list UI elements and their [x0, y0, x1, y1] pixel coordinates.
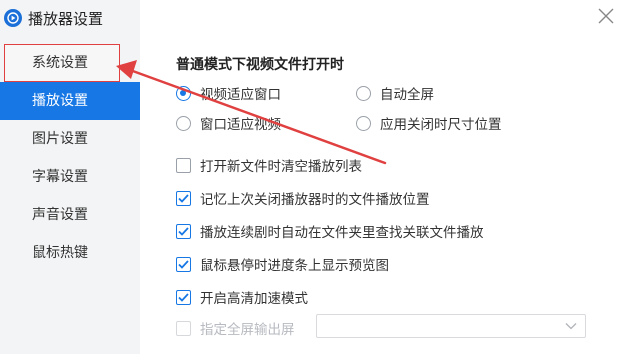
- checkbox-box: [176, 223, 191, 239]
- player-logo-icon: [4, 9, 22, 27]
- checkbox-remember-play-position[interactable]: 记忆上次关闭播放器时的文件播放位置: [176, 188, 430, 208]
- checkbox-label: 鼠标悬停时进度条上显示预览图: [200, 258, 389, 274]
- checkbox-label: 播放连续剧时自动在文件夹里查找关联文件播放: [200, 225, 484, 241]
- checkbox-box: [176, 157, 191, 173]
- sidebar-item-sound-settings[interactable]: 声音设置: [0, 196, 140, 234]
- app-title: 播放器设置: [28, 9, 104, 28]
- checkmark-icon: [178, 292, 189, 302]
- checkbox-clear-playlist-on-open[interactable]: 打开新文件时清空播放列表: [176, 155, 362, 175]
- radio-fit-window-to-video[interactable]: 窗口适应视频: [176, 113, 281, 133]
- radio-use-closing-size-position[interactable]: 应用关闭时尺寸位置: [356, 113, 502, 133]
- app-title-bar: 播放器设置: [0, 0, 140, 36]
- chevron-down-icon: [565, 323, 577, 330]
- sidebar: 播放器设置 系统设置 播放设置 图片设置 字幕设置 声音设置 鼠标热键: [0, 0, 140, 354]
- checkbox-box: [176, 256, 191, 272]
- checkbox-fullscreen-output-display[interactable]: 指定全屏输出屏: [176, 318, 295, 338]
- radio-dot: [356, 85, 371, 101]
- playback-settings-panel: 普通模式下视频文件打开时 视频适应窗口 自动全屏 窗口适应视频 应用关闭时尺寸位…: [140, 0, 632, 354]
- radio-dot: [356, 115, 371, 131]
- fullscreen-output-select[interactable]: [316, 314, 586, 338]
- sidebar-item-subtitle-settings[interactable]: 字幕设置: [0, 158, 140, 196]
- checkmark-icon: [178, 259, 189, 269]
- checkbox-auto-find-series-files[interactable]: 播放连续剧时自动在文件夹里查找关联文件播放: [176, 221, 484, 241]
- radio-label: 自动全屏: [380, 87, 434, 103]
- radio-label: 应用关闭时尺寸位置: [380, 117, 502, 133]
- sidebar-item-image-settings[interactable]: 图片设置: [0, 120, 140, 158]
- checkbox-label: 开启高清加速模式: [200, 291, 308, 307]
- radio-dot: [176, 85, 191, 101]
- checkmark-icon: [178, 193, 189, 203]
- radio-dot: [176, 115, 191, 131]
- checkbox-label: 记忆上次关闭播放器时的文件播放位置: [200, 192, 430, 208]
- checkbox-label: 指定全屏输出屏: [200, 322, 295, 338]
- radio-label: 窗口适应视频: [200, 117, 281, 133]
- radio-auto-fullscreen[interactable]: 自动全屏: [356, 83, 434, 103]
- checkbox-label: 打开新文件时清空播放列表: [200, 159, 362, 175]
- checkmark-icon: [178, 226, 189, 236]
- radio-fit-video-to-window[interactable]: 视频适应窗口: [176, 83, 281, 103]
- checkbox-box: [176, 289, 191, 305]
- section-title: 普通模式下视频文件打开时: [176, 57, 344, 73]
- checkbox-box: [176, 320, 191, 336]
- sidebar-item-playback-settings[interactable]: 播放设置: [0, 82, 140, 120]
- sidebar-item-system-settings[interactable]: 系统设置: [4, 44, 120, 82]
- sidebar-item-mouse-hotkeys[interactable]: 鼠标热键: [0, 234, 140, 272]
- settings-nav: 系统设置 播放设置 图片设置 字幕设置 声音设置 鼠标热键: [0, 44, 140, 272]
- checkbox-hover-preview-thumbnail[interactable]: 鼠标悬停时进度条上显示预览图: [176, 254, 389, 274]
- checkbox-box: [176, 190, 191, 206]
- radio-label: 视频适应窗口: [200, 87, 281, 103]
- checkbox-hd-acceleration[interactable]: 开启高清加速模式: [176, 287, 308, 307]
